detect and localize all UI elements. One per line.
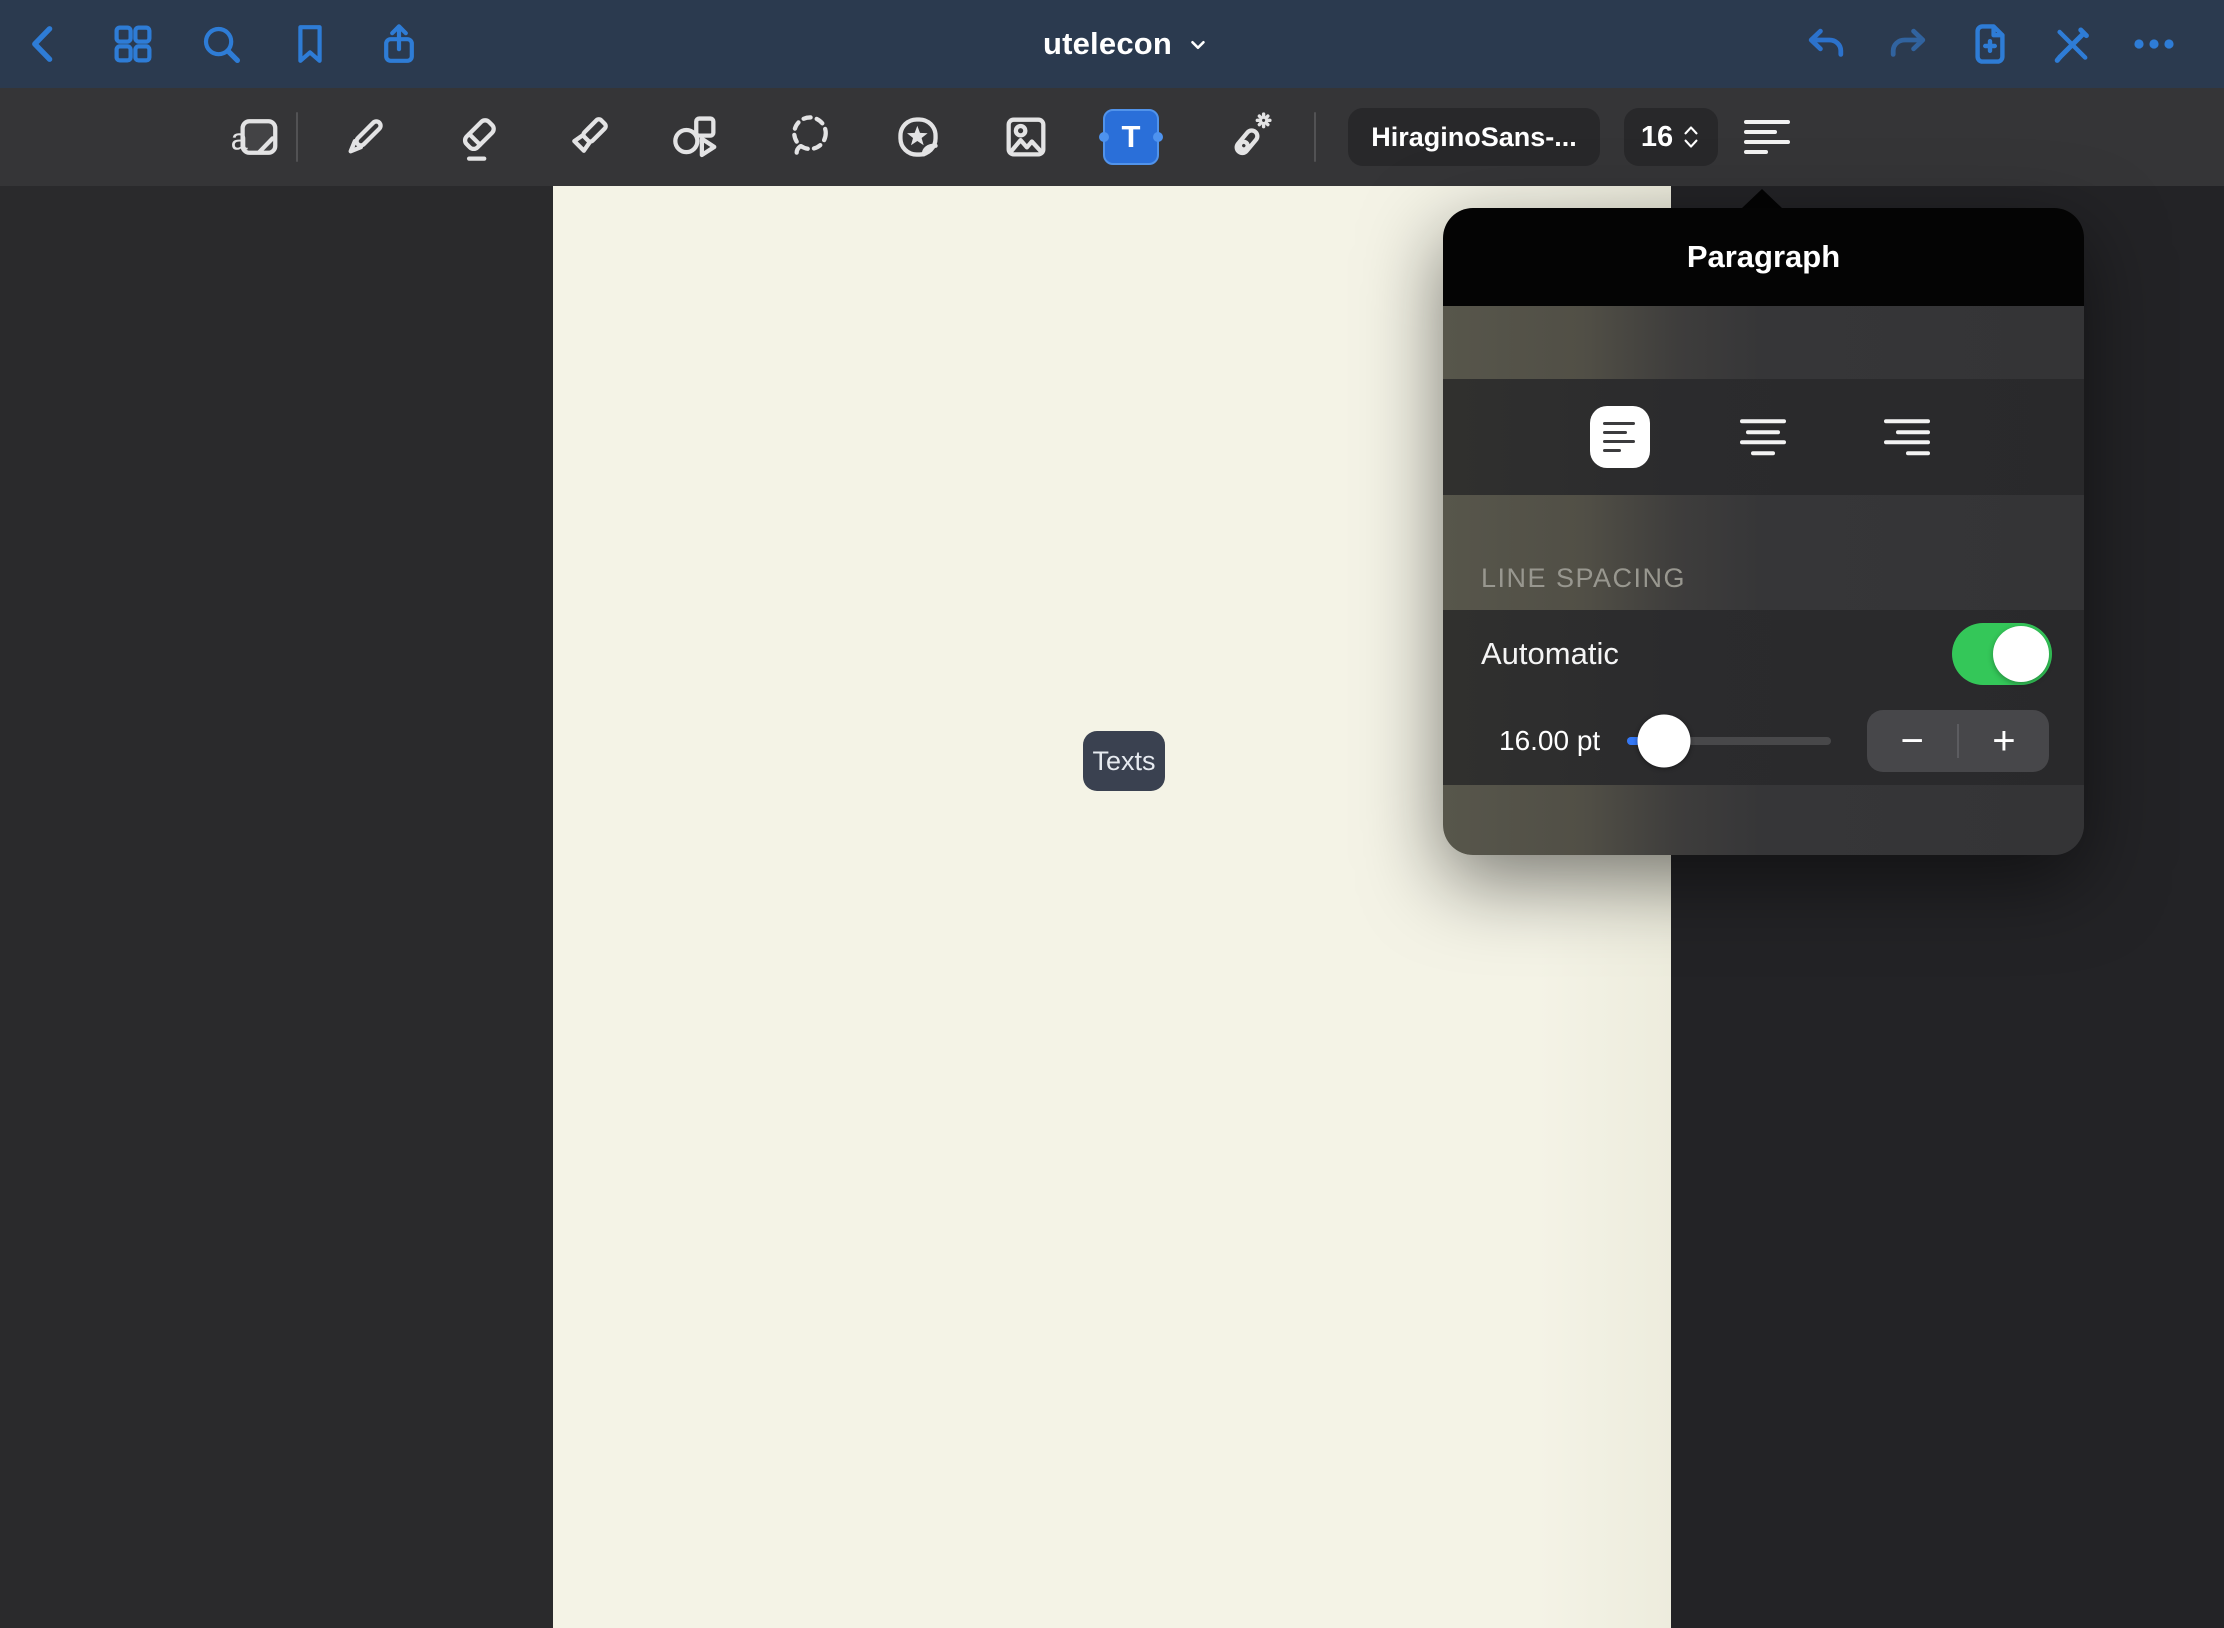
paragraph-popover: Paragraph LINE SPACING Automatic 16.00 p… (1443, 208, 2084, 855)
toolbar-divider (296, 112, 298, 162)
redo-icon[interactable] (1884, 20, 1932, 68)
text-tool-letter: T (1122, 119, 1141, 155)
selection-handle-left (1099, 132, 1109, 142)
eraser-tool-icon[interactable] (450, 110, 504, 164)
toggle-knob (1993, 626, 2049, 682)
font-family-label: HiraginoSans-... (1371, 122, 1577, 153)
automatic-label: Automatic (1481, 636, 1619, 672)
popover-footer (1443, 785, 2084, 855)
align-center-button[interactable] (1740, 419, 1786, 455)
line-spacing-section: LINE SPACING (1443, 495, 2084, 610)
automatic-toggle-on[interactable] (1952, 623, 2052, 685)
popover-spacer (1443, 306, 2084, 379)
search-icon[interactable] (197, 20, 245, 68)
spacing-plus-button[interactable]: + (1959, 710, 2049, 772)
add-page-icon[interactable] (1966, 20, 2014, 68)
line-spacing-controls: Automatic 16.00 pt − + (1443, 610, 2084, 785)
more-icon[interactable] (2130, 20, 2178, 68)
line-spacing-label: LINE SPACING (1481, 563, 1686, 594)
alignment-row (1443, 379, 2084, 495)
shapes-tool-icon[interactable] (667, 110, 721, 164)
bookmark-icon[interactable] (286, 20, 334, 68)
elements-tool-icon[interactable] (891, 110, 945, 164)
toolbar-divider (1314, 112, 1316, 162)
back-icon[interactable] (20, 20, 68, 68)
document-title: utelecon (1043, 26, 1172, 62)
pen-tool-icon[interactable] (338, 110, 392, 164)
handwriting-convert-icon[interactable]: a (228, 110, 282, 164)
share-icon[interactable] (375, 20, 423, 68)
spacing-slider[interactable] (1627, 737, 1831, 745)
font-size-stepper[interactable]: 16 (1624, 108, 1718, 166)
popover-title: Paragraph (1443, 208, 2084, 306)
highlighter-tool-icon[interactable] (561, 110, 615, 164)
lasso-tool-icon[interactable] (783, 110, 837, 164)
stepper-chevrons-icon (1681, 120, 1701, 154)
align-right-button[interactable] (1884, 419, 1930, 455)
toolbar: a T HiraginoSans-... 16 (0, 88, 2224, 186)
readonly-pen-icon[interactable] (2048, 20, 2096, 68)
selection-handle-right (1153, 132, 1163, 142)
font-size-value: 16 (1641, 121, 1673, 154)
spacing-minus-button[interactable]: − (1867, 710, 1957, 772)
document-title-button[interactable]: utelecon (1043, 26, 1209, 62)
spacing-value-label: 16.00 pt (1499, 725, 1600, 757)
text-tool-selected[interactable]: T (1103, 109, 1159, 165)
paragraph-alignment-button[interactable] (1744, 114, 1790, 160)
spacing-stepper: − + (1867, 710, 2049, 772)
svg-text:a: a (231, 124, 248, 157)
image-tool-icon[interactable] (999, 110, 1053, 164)
popover-arrow (1741, 189, 1783, 209)
laser-pointer-icon[interactable] (1224, 110, 1278, 164)
text-object[interactable]: Texts (1083, 731, 1165, 791)
page-thumbnails-icon[interactable] (109, 20, 157, 68)
chevron-down-icon (1187, 28, 1209, 61)
slider-thumb[interactable] (1638, 715, 1691, 768)
undo-icon[interactable] (1802, 20, 1850, 68)
font-family-button[interactable]: HiraginoSans-... (1348, 108, 1600, 166)
nav-bar: utelecon (0, 0, 2224, 88)
align-left-button-selected[interactable] (1590, 406, 1650, 468)
